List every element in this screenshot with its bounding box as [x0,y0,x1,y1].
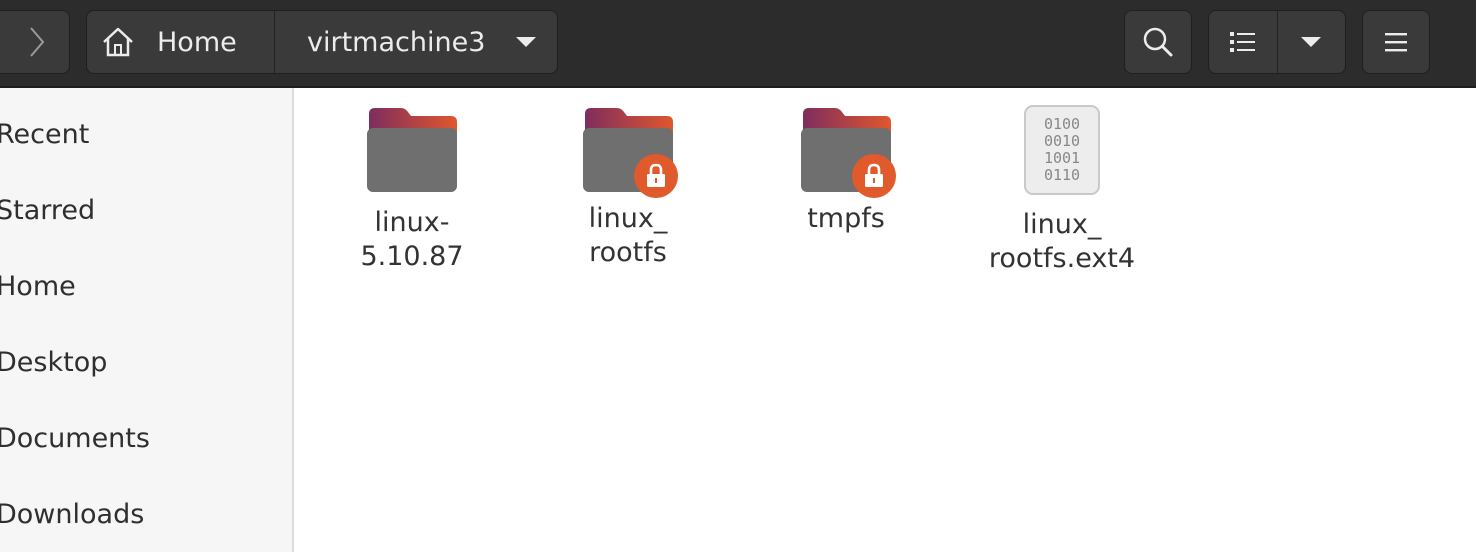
lock-icon [634,154,678,198]
file-name-line: rootfs.ext4 [988,243,1136,274]
file-name-line: linux- [374,207,450,238]
file-item-linux-5-10-87[interactable]: linux- 5.10.87 [312,108,512,274]
breadcrumb-current[interactable]: virtmachine3 [275,11,557,73]
view-options-button[interactable] [1278,11,1346,73]
search-icon [1143,27,1173,57]
sidebar-item-label: Recent [0,118,90,150]
file-name: linux- 5.10.87 [312,206,512,274]
file-name: linux_ rootfs.ext4 [962,208,1162,276]
binary-line: 0100 [1044,115,1080,133]
sidebar-item-label: Downloads [0,498,145,530]
file-name-line: 5.10.87 [360,241,464,272]
sidebar-item-documents[interactable]: Documents [0,408,150,468]
list-view-button[interactable] [1209,11,1278,73]
sidebar-item-label: Starred [0,194,96,226]
binary-line: 1001 [1044,149,1080,167]
sidebar-item-label: Home [0,270,76,302]
main-menu-button[interactable] [1362,10,1430,74]
view-toggle-group [1208,10,1346,74]
file-name: linux_ rootfs [528,202,728,270]
sidebar-item-label: Desktop [0,346,108,378]
file-view: linux- 5.10.87 linux_ rootfs tmpfs 0100 … [296,88,1476,552]
folder-icon-wrap [799,108,896,198]
home-icon [103,27,133,57]
folder-icon [367,108,457,192]
sidebar-item-recent[interactable]: Recent [0,104,89,164]
sidebar-item-home[interactable]: Home [0,256,76,316]
chevron-down-icon [516,37,537,47]
binary-line: 0010 [1044,132,1080,150]
chevron-right-icon [30,27,45,57]
sidebar-item-downloads[interactable]: Downloads [0,484,144,544]
breadcrumb-home[interactable]: Home [87,11,275,73]
search-button[interactable] [1124,10,1192,74]
breadcrumb-home-label: Home [157,26,237,58]
file-name: tmpfs [746,202,946,236]
file-name-line: tmpfs [807,203,885,234]
file-name-line: linux_ [588,203,668,234]
forward-button[interactable] [0,10,70,74]
header-bar: Home virtmachine3 [0,0,1476,88]
sidebar-item-starred[interactable]: Starred [0,180,95,240]
sidebar-item-label: Documents [0,422,150,454]
file-item-linux-rootfs[interactable]: linux_ rootfs [528,108,728,270]
hamburger-icon [1385,33,1407,52]
file-item-tmpfs[interactable]: tmpfs [746,108,946,236]
chevron-down-icon [1301,37,1322,47]
file-name-line: rootfs [589,237,667,268]
binary-line: 0110 [1044,166,1080,184]
list-view-icon [1229,32,1255,52]
file-name-line: linux_ [1022,209,1102,240]
lock-icon [852,154,896,198]
sidebar: Recent Starred Home Desktop Documents Do… [0,88,294,552]
path-bar: Home virtmachine3 [86,10,558,74]
binary-file-icon: 0100 0010 1001 0110 [1024,105,1100,195]
sidebar-item-desktop[interactable]: Desktop [0,332,107,392]
file-item-linux-rootfs-ext4[interactable]: 0100 0010 1001 0110 linux_ rootfs.ext4 [962,104,1162,276]
folder-icon-wrap [581,108,678,198]
breadcrumb-current-label: virtmachine3 [307,26,486,58]
